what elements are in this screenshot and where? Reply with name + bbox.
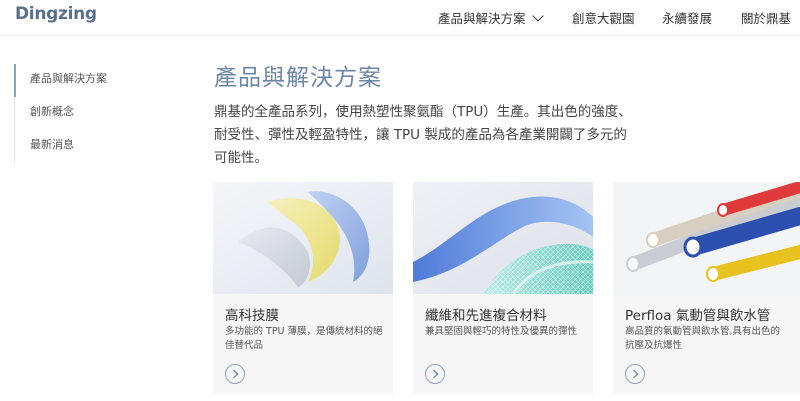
card-title: 纖維和先進複合材料: [425, 308, 547, 324]
site-header: Dingzing 產品與解決方案 創意大觀園 永續發展 關於鼎基: [0, 0, 800, 36]
arrow-right-button[interactable]: [225, 364, 245, 384]
product-card-fiber[interactable]: 纖維和先進複合材料 兼具堅固與輕巧的特性及優異的彈性: [413, 182, 593, 394]
nav-sustainability[interactable]: 永續發展: [662, 8, 712, 26]
card-title: Perfloa 氣動管與飲水管: [625, 308, 771, 324]
sidebar: 產品與解決方案 創新概念 最新消息: [14, 64, 134, 163]
chevron-right-icon: [429, 369, 439, 379]
film-image: [213, 182, 393, 294]
sidebar-item-products[interactable]: 產品與解決方案: [14, 64, 134, 97]
nav-products-label: 產品與解決方案: [438, 11, 526, 26]
product-card-film[interactable]: 高科技膜 多功能的 TPU 薄膜，是傳統材料的絕佳替代品: [213, 182, 393, 394]
card-title: 高科技膜: [225, 308, 279, 324]
chevron-right-icon: [229, 369, 239, 379]
card-description: 多功能的 TPU 薄膜，是傳統材料的絕佳替代品: [225, 326, 383, 351]
nav-about[interactable]: 關於鼎基: [741, 8, 791, 26]
sidebar-item-innovation[interactable]: 創新概念: [15, 97, 134, 130]
fiber-composite-image: [413, 182, 593, 294]
chevron-down-icon: [531, 10, 544, 22]
card-description: 高品質的氣動管與飲水管,具有出色的抗壓及抗爆性: [625, 326, 781, 351]
intro-text: 鼎基的全產品系列，使用熱塑性聚氨酯（TPU）生產。其出色的強度、耐受性、彈性及輕…: [214, 104, 632, 166]
chevron-right-icon: [629, 369, 639, 379]
tubes-image: [613, 182, 800, 294]
product-card-tubes[interactable]: Perfloa 氣動管與飲水管 高品質的氣動管與飲水管,具有出色的抗壓及抗爆性: [613, 182, 800, 394]
logo[interactable]: Dingzing: [15, 4, 97, 24]
arrow-right-button[interactable]: [425, 364, 445, 384]
sidebar-item-news[interactable]: 最新消息: [15, 130, 134, 163]
nav-products[interactable]: 產品與解決方案: [438, 8, 544, 26]
arrow-right-button[interactable]: [625, 364, 645, 384]
nav-gallery[interactable]: 創意大觀園: [572, 8, 635, 26]
card-description: 兼具堅固與輕巧的特性及優異的彈性: [425, 326, 578, 337]
page-title: 產品與解決方案: [214, 65, 382, 91]
